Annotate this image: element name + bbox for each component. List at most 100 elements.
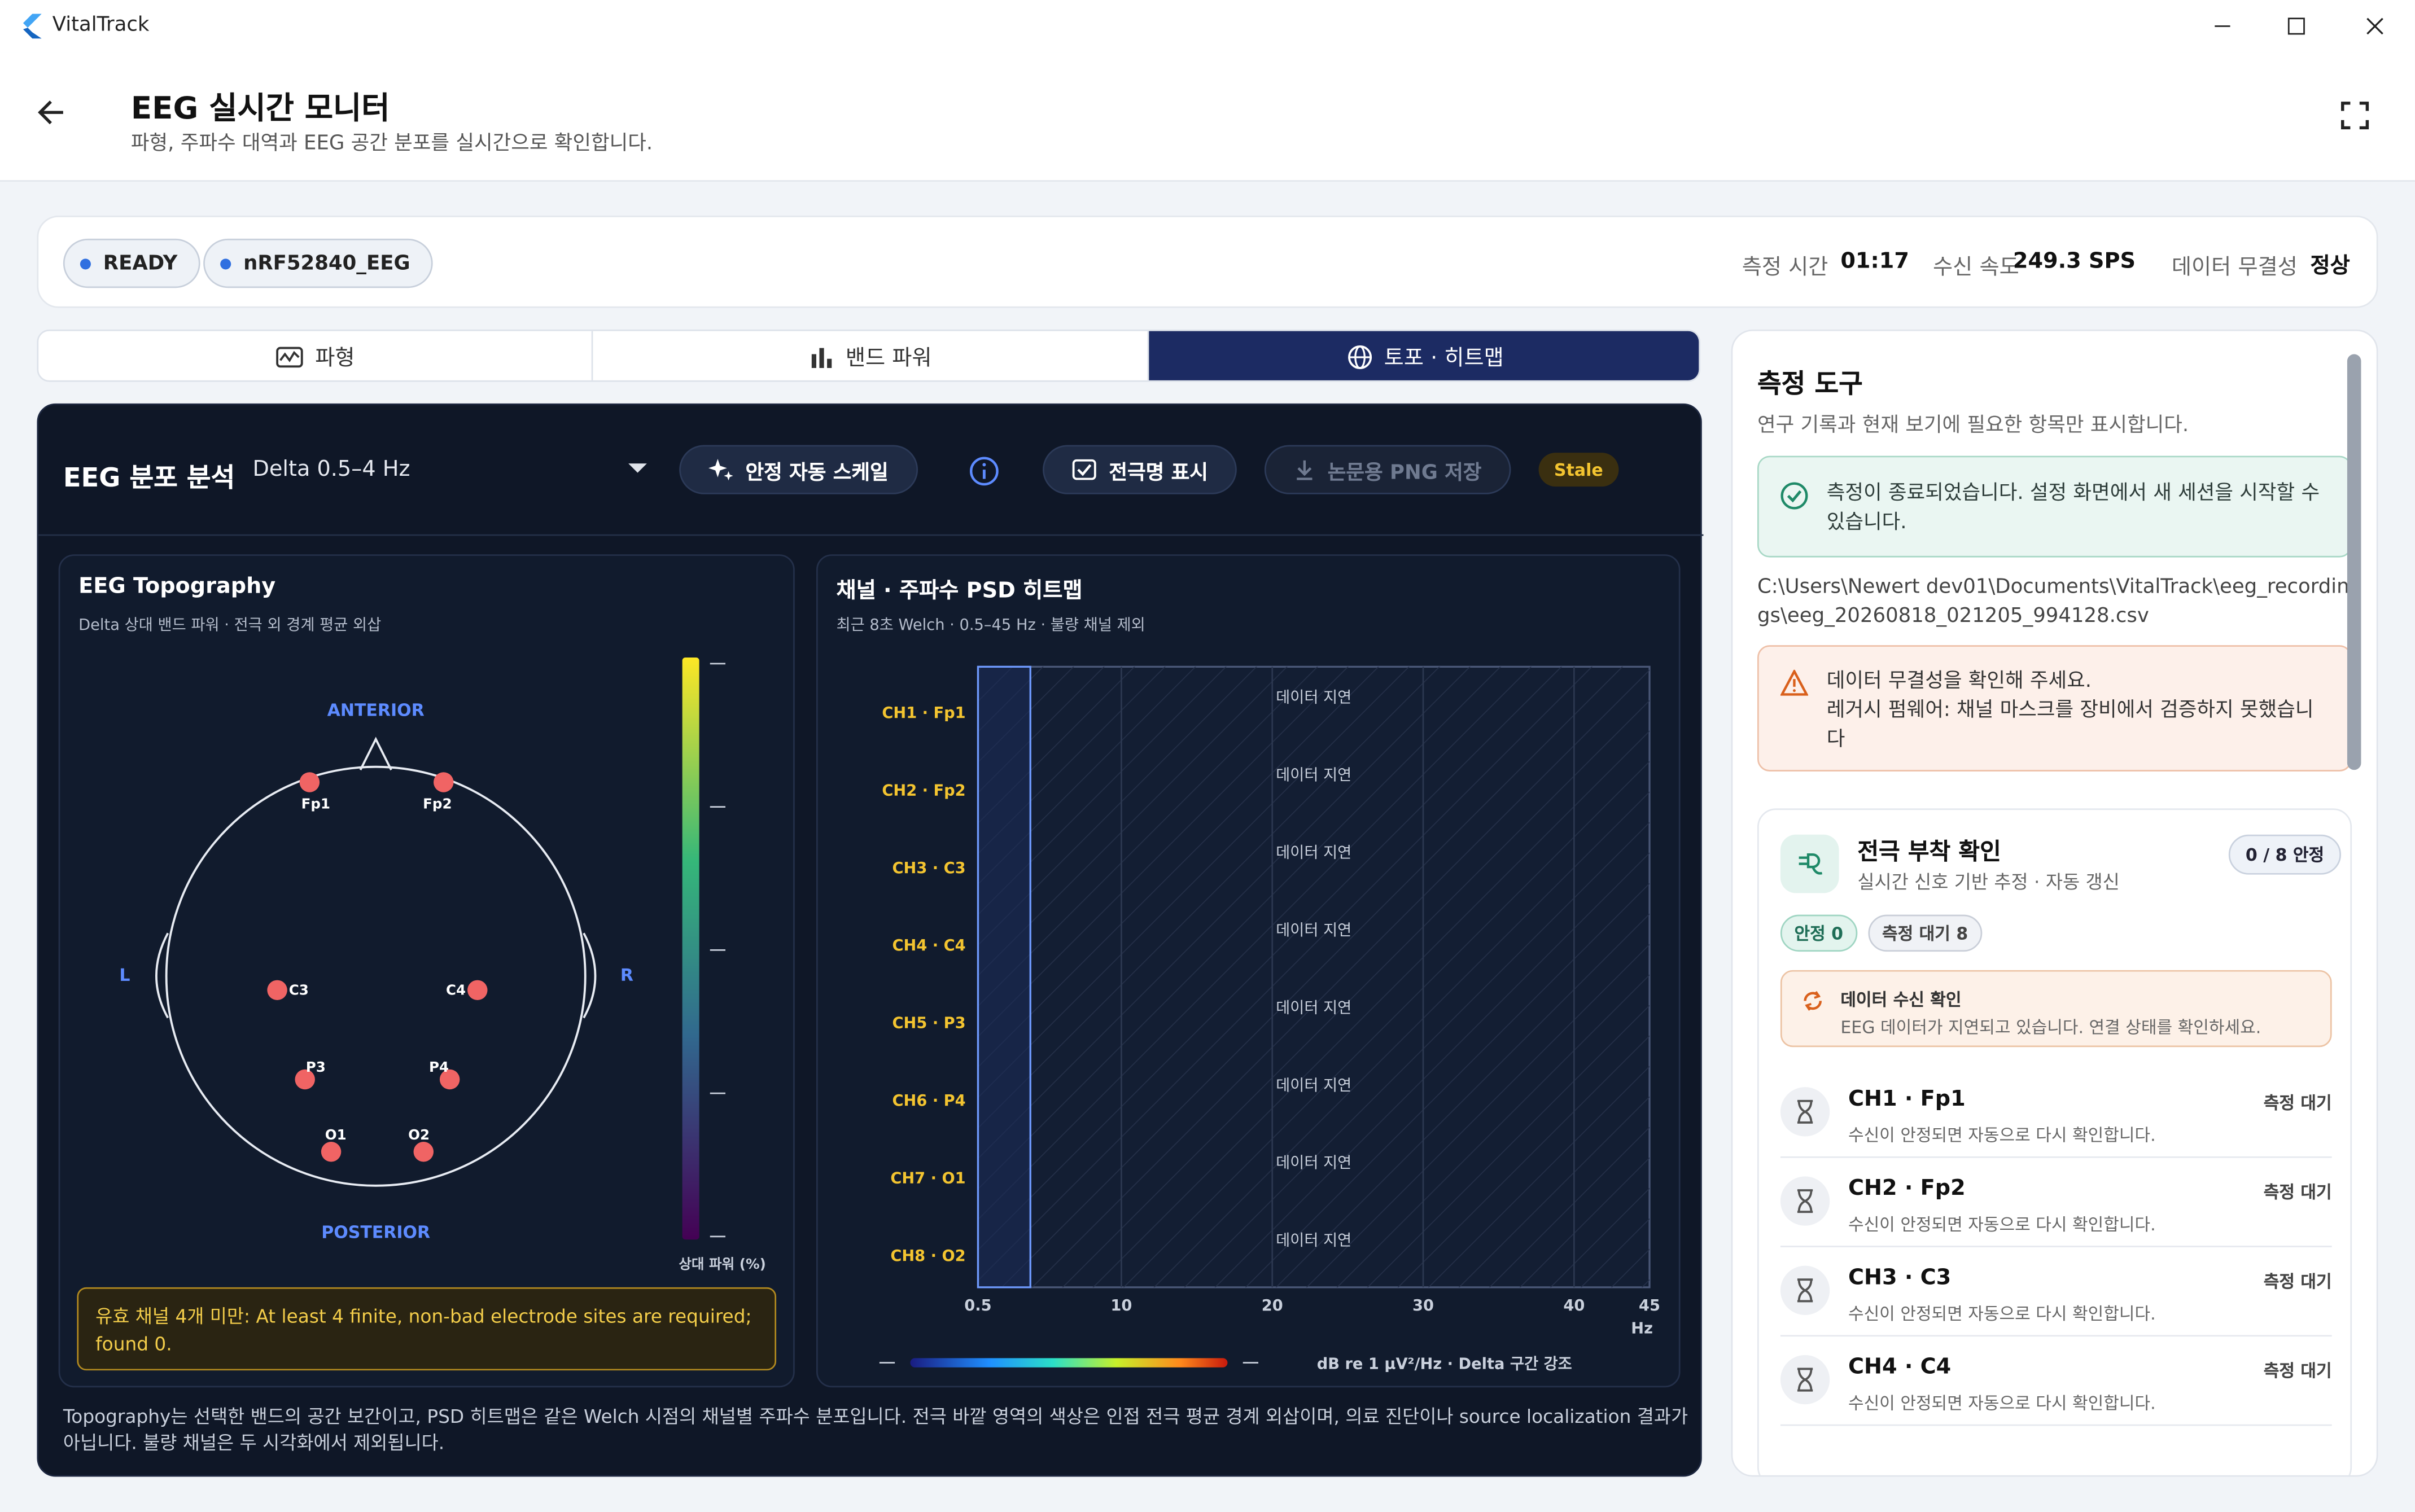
receive-title: 데이터 수신 확인 xyxy=(1840,990,1962,1010)
electrode-check-subtitle: 실시간 신호 기반 추정 · 자동 갱신 xyxy=(1857,871,2120,893)
app-logo-icon xyxy=(23,14,42,39)
tools-subtitle: 연구 기록과 현재 보기에 필요한 항목만 표시합니다. xyxy=(1757,414,2189,437)
device-pill: nRF52840_EEG xyxy=(203,238,434,288)
minimize-button[interactable] xyxy=(2187,0,2258,52)
status-pill: READY xyxy=(63,238,201,288)
save-png-label: 논문용 PNG 저장 xyxy=(1327,461,1482,485)
close-button[interactable] xyxy=(2339,0,2410,52)
electrode-label: P3 xyxy=(306,1059,326,1075)
footnote: Topography는 선택한 밴드의 공간 보간이고, PSD 히트맵은 같은… xyxy=(63,1405,1688,1454)
band-select[interactable]: Delta 0.5–4 Hz xyxy=(252,457,410,482)
right-label: R xyxy=(620,966,633,985)
alert-title: 데이터 무결성을 확인해 주세요. xyxy=(1826,669,2092,693)
row-status: 데이터 지연 xyxy=(1276,766,1351,784)
electrode-c3 xyxy=(267,980,287,1001)
tab-band-power[interactable]: 밴드 파워 xyxy=(593,331,1149,380)
chevron-down-icon[interactable] xyxy=(627,461,648,476)
title-bar: VitalTrack xyxy=(0,0,2415,52)
session-ended-text: 측정이 종료되었습니다. 설정 화면에서 새 세션을 시작할 수 있습니다. xyxy=(1826,481,2320,534)
x-tick-label: 30 xyxy=(1412,1297,1434,1314)
maximize-icon xyxy=(2287,17,2305,35)
electrode-o2 xyxy=(413,1142,434,1162)
channel-row[interactable]: CH3 · C3 수신이 안정되면 자동으로 다시 확인합니다. 측정 대기 xyxy=(1780,1247,2332,1337)
waveform-icon xyxy=(275,347,303,368)
rate-label: 수신 속도 xyxy=(1933,255,2019,281)
eeg-analysis-panel: EEG 분포 분석 Delta 0.5–4 Hz 안정 자동 스케일 전극명 표… xyxy=(37,403,1704,1477)
channel-label: CH6 · P4 xyxy=(893,1092,966,1110)
channel-name: CH2 · Fp2 xyxy=(1848,1176,1966,1202)
channel-row[interactable]: CH1 · Fp1 수신이 안정되면 자동으로 다시 확인합니다. 측정 대기 xyxy=(1780,1068,2332,1158)
rate-value: 249.3 SPS xyxy=(2013,249,2136,274)
fullscreen-icon[interactable] xyxy=(2338,99,2372,133)
x-tick-label: 40 xyxy=(1563,1297,1585,1314)
info-icon[interactable] xyxy=(969,456,1000,487)
waiting-chip: 측정 대기 8 xyxy=(1868,914,1982,952)
download-icon xyxy=(1297,460,1313,480)
session-ended-notice: 측정이 종료되었습니다. 설정 화면에서 새 세션을 시작할 수 있습니다. xyxy=(1757,455,2352,558)
tab-waveform-label: 파형 xyxy=(315,346,355,371)
autoscale-button[interactable]: 안정 자동 스케일 xyxy=(679,445,918,494)
sparkle-icon xyxy=(708,459,733,481)
head-outline xyxy=(165,765,587,1187)
delta-highlight xyxy=(977,665,1031,1289)
left-label: L xyxy=(119,966,130,985)
electrode-label: Fp2 xyxy=(423,795,452,812)
status-card: READY nRF52840_EEG 측정 시간 01:17 수신 속도 249… xyxy=(37,215,2378,308)
anterior-label: ANTERIOR xyxy=(327,701,425,721)
electrode-label: P4 xyxy=(429,1059,449,1075)
hourglass-icon xyxy=(1780,1087,1830,1137)
time-label: 측정 시간 xyxy=(1742,255,1828,281)
tools-scrollbar[interactable] xyxy=(2347,354,2361,770)
electrode-names-button[interactable]: 전극명 표시 xyxy=(1043,445,1237,494)
channel-status: 측정 대기 xyxy=(2263,1272,2332,1292)
stale-badge: Stale xyxy=(1538,453,1619,487)
integrity-value: 정상 xyxy=(2310,254,2350,279)
electrode-label: Fp1 xyxy=(301,795,330,812)
checkbox-icon xyxy=(1072,459,1096,480)
maximize-button[interactable] xyxy=(2261,0,2332,52)
topography-panel: EEG Topography Delta 상대 밴드 파워 · 전극 외 경계 … xyxy=(58,554,795,1388)
x-tick-label: 45 xyxy=(1639,1297,1660,1314)
row-status: 데이터 지연 xyxy=(1276,922,1351,939)
tab-waveform[interactable]: 파형 xyxy=(38,331,593,380)
device-text: nRF52840_EEG xyxy=(243,252,410,275)
channel-desc: 수신이 안정되면 자동으로 다시 확인합니다. xyxy=(1848,1393,2156,1414)
channel-status: 측정 대기 xyxy=(2263,1361,2332,1382)
electrode-fp1 xyxy=(299,772,320,792)
electrode-c4 xyxy=(467,980,488,1001)
channel-status: 측정 대기 xyxy=(2263,1182,2332,1203)
row-status: 데이터 지연 xyxy=(1276,999,1351,1016)
analysis-title: EEG 분포 분석 xyxy=(63,463,235,494)
hourglass-icon xyxy=(1780,1265,1830,1315)
recording-path: C:\Users\Newert dev01\Documents\VitalTra… xyxy=(1757,576,2350,629)
status-dot xyxy=(80,257,91,269)
topo-title: EEG Topography xyxy=(78,574,276,599)
heatmap-colorbar xyxy=(910,1358,1228,1368)
hourglass-icon xyxy=(1780,1355,1830,1405)
electrode-label: C3 xyxy=(289,981,309,998)
page-subtitle: 파형, 주파수 대역과 EEG 공간 분포를 실시간으로 확인합니다. xyxy=(130,132,653,156)
tab-topo-heatmap[interactable]: 토포 · 히트맵 xyxy=(1149,331,1699,380)
channel-label: CH4 · C4 xyxy=(893,937,966,954)
psd-heatmap: CH1 · Fp1 데이터 지연 CH2 · Fp2 데이터 지연 CH3 · C3 데이… xyxy=(879,665,1660,1373)
electrode-o1 xyxy=(321,1142,342,1162)
electrode-label: O2 xyxy=(408,1127,430,1143)
invalid-channel-warning: 유효 채널 4개 미만: At least 4 finite, non-bad … xyxy=(77,1287,777,1371)
electrode-label: C4 xyxy=(446,981,466,998)
save-png-button[interactable]: 논문용 PNG 저장 xyxy=(1264,445,1511,494)
channel-label: CH1 · Fp1 xyxy=(882,704,965,722)
row-status: 데이터 지연 xyxy=(1276,1232,1351,1250)
channel-label: CH7 · O1 xyxy=(890,1170,965,1187)
row-status: 데이터 지연 xyxy=(1276,1077,1351,1094)
tools-title: 측정 도구 xyxy=(1757,369,1863,401)
data-receive-notice: 데이터 수신 확인 EEG 데이터가 지연되고 있습니다. 연결 상태를 확인하… xyxy=(1780,970,2332,1048)
channel-row[interactable]: CH2 · Fp2 수신이 안정되면 자동으로 다시 확인합니다. 측정 대기 xyxy=(1780,1158,2332,1247)
channel-label: CH3 · C3 xyxy=(893,860,966,877)
nose xyxy=(359,737,392,771)
bar-chart-icon xyxy=(811,348,832,369)
back-arrow-icon[interactable] xyxy=(34,95,68,129)
topo-subtitle: Delta 상대 밴드 파워 · 전극 외 경계 평균 외삽 xyxy=(78,617,382,635)
stable-chip: 안정 0 xyxy=(1780,914,1857,952)
channel-label: CH8 · O2 xyxy=(890,1247,965,1265)
channel-row[interactable]: CH4 · C4 수신이 안정되면 자동으로 다시 확인합니다. 측정 대기 xyxy=(1780,1336,2332,1426)
